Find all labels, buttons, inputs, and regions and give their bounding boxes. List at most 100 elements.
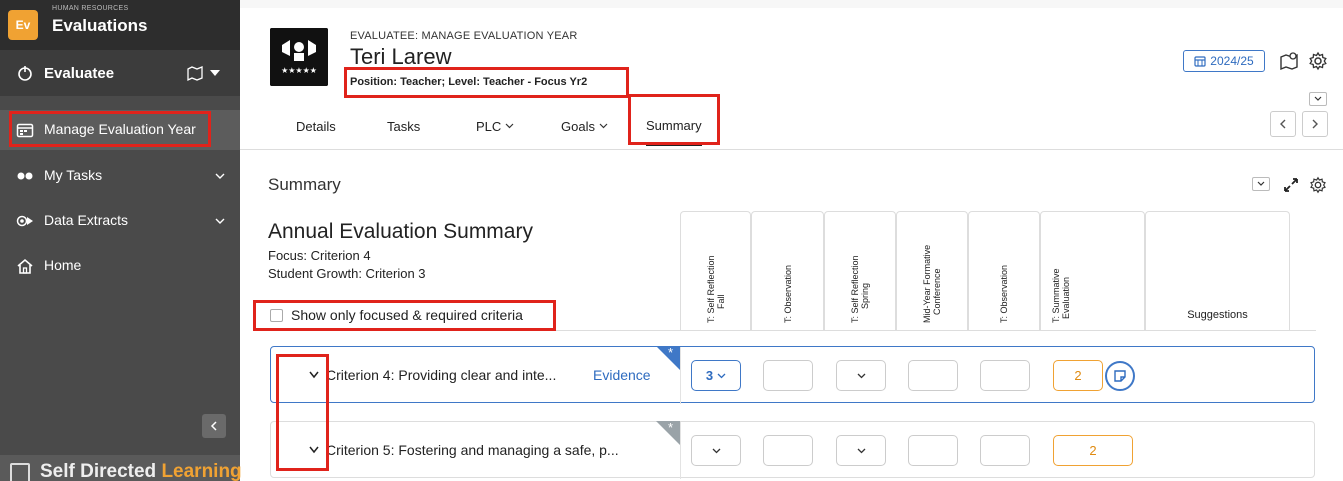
column-line-1: T: Self Reflection <box>705 255 716 323</box>
conference-cell <box>908 360 958 391</box>
collapse-sidebar-button[interactable] <box>202 414 226 438</box>
previous-button[interactable] <box>1270 111 1296 137</box>
chevron-down-icon <box>215 173 225 179</box>
calendar-icon <box>1194 56 1206 67</box>
column-line-1: T: Observation <box>782 264 793 323</box>
observation-cell <box>980 360 1030 391</box>
cell-divider <box>680 347 681 404</box>
student-growth-text: Student Growth: Criterion 3 <box>268 266 426 281</box>
column-line-2: Conference <box>932 268 942 315</box>
tab-label: Tasks <box>387 118 421 134</box>
annotation-highlight <box>9 111 211 147</box>
annotation-highlight <box>344 67 629 98</box>
avatar: ★★★★★ <box>270 28 328 86</box>
rating-select[interactable] <box>836 360 886 391</box>
rating-select[interactable] <box>691 435 741 466</box>
annual-summary-title: Annual Evaluation Summary <box>268 220 533 243</box>
criterion-title[interactable]: Criterion 4: Providing clear and inte... <box>326 367 556 383</box>
expand-icon[interactable] <box>1282 176 1300 194</box>
year-label: 2024/25 <box>1210 54 1254 68</box>
section-dropdown[interactable] <box>1252 177 1270 191</box>
top-strip <box>240 0 1343 8</box>
annotation-highlight <box>276 354 329 471</box>
observation-cell <box>763 435 813 466</box>
rating-value: 3 <box>705 368 714 383</box>
chevron-down-icon <box>857 448 865 453</box>
chevron-down-icon <box>599 123 608 129</box>
table-row[interactable]: Criterion 5: Fostering and managing a sa… <box>270 420 1315 479</box>
gear-icon[interactable] <box>1308 51 1328 71</box>
asterisk-icon: * <box>668 420 674 435</box>
note-button[interactable] <box>1105 361 1135 391</box>
sidebar-item-data-extracts[interactable]: Data Extracts <box>0 201 240 241</box>
next-button[interactable] <box>1302 111 1328 137</box>
table-row[interactable]: Criterion 4: Providing clear and inte...… <box>270 345 1315 404</box>
focus-text: Focus: Criterion 4 <box>268 248 371 263</box>
chevron-down-icon <box>505 123 514 129</box>
role-switcher[interactable]: Evaluatee <box>0 50 240 96</box>
observation-cell <box>763 360 813 391</box>
column-header-label: T: Self Reflection Spring <box>850 255 870 323</box>
sidebar: Ev HUMAN RESOURCES Evaluations Evaluatee… <box>0 0 242 481</box>
column-line-2: Evaluation <box>1061 276 1071 319</box>
column-header: Mid-Year Formative Conference <box>896 211 968 331</box>
role-caret-icon <box>210 70 220 76</box>
self-directed-learning-link[interactable]: Self Directed Learning <box>0 455 242 481</box>
rating-select[interactable]: 3 <box>691 360 741 391</box>
chevron-left-icon <box>1280 119 1286 129</box>
sidebar-item-my-tasks[interactable]: My Tasks <box>0 156 240 196</box>
column-header: Suggestions <box>1145 211 1290 331</box>
role-label: Evaluatee <box>44 65 115 82</box>
chevron-right-icon <box>1312 119 1318 129</box>
tab-details[interactable]: Details <box>296 106 336 146</box>
chevron-down-icon <box>215 218 225 224</box>
year-selector[interactable]: 2024/25 <box>1183 50 1265 72</box>
sidebar-item-label: My Tasks <box>44 167 103 183</box>
column-line-1: T: Summative <box>1051 268 1061 323</box>
note-icon <box>1114 370 1126 382</box>
summative-score: 2 <box>1053 435 1133 466</box>
column-header: T: Self Reflection Spring <box>824 211 896 331</box>
header-expand-dropdown[interactable] <box>1309 92 1327 106</box>
app-title[interactable]: Evaluations <box>52 16 147 36</box>
suggestions-header: Suggestions <box>1187 309 1248 321</box>
annotation-highlight <box>628 94 720 145</box>
column-line-2: Spring <box>860 282 870 309</box>
sidebar-item-label: Data Extracts <box>44 212 129 228</box>
column-header-label: Mid-Year Formative Conference <box>922 245 942 323</box>
app-subtitle: HUMAN RESOURCES <box>52 5 129 12</box>
svg-text:★★★★★: ★★★★★ <box>281 66 317 75</box>
tab-goals[interactable]: Goals <box>561 106 608 146</box>
asterisk-icon: * <box>668 345 674 360</box>
column-line-2: Fall <box>715 294 726 309</box>
column-header-label: T: Observation <box>783 265 793 323</box>
sidebar-header: Ev HUMAN RESOURCES Evaluations <box>0 0 240 50</box>
tab-tasks[interactable]: Tasks <box>387 106 420 146</box>
app-logo: Ev <box>8 10 38 40</box>
gear-icon[interactable] <box>1309 176 1327 194</box>
tab-plc[interactable]: PLC <box>476 106 514 146</box>
map-icon[interactable] <box>1279 51 1299 71</box>
column-header-label: T: Observation <box>999 265 1009 323</box>
home-icon <box>17 258 33 274</box>
map-icon <box>187 66 203 82</box>
chevron-down-icon <box>857 373 865 378</box>
column-line-1: Mid-Year Formative <box>922 244 932 323</box>
tasks-icon <box>17 172 33 180</box>
book-icon <box>10 463 30 481</box>
tab-label: Goals <box>561 118 595 134</box>
evidence-link[interactable]: Evidence <box>593 367 651 383</box>
section-title: Summary <box>268 175 341 194</box>
chevron-down-icon <box>1257 181 1265 186</box>
criterion-title[interactable]: Criterion 5: Fostering and managing a sa… <box>326 442 619 458</box>
column-header: T: Observation <box>751 211 824 331</box>
column-line-1: T: Self Reflection <box>850 255 860 323</box>
chevron-down-icon <box>712 448 720 453</box>
summative-score: 2 <box>1053 360 1103 391</box>
tab-label: Details <box>296 118 336 134</box>
app-root: Ev HUMAN RESOURCES Evaluations Evaluatee… <box>0 0 1343 481</box>
column-header: T: Summative Evaluation <box>1040 211 1145 331</box>
rating-select[interactable] <box>836 435 886 466</box>
sidebar-item-home[interactable]: Home <box>0 246 240 286</box>
column-header-label: T: Summative Evaluation <box>1051 268 1071 323</box>
